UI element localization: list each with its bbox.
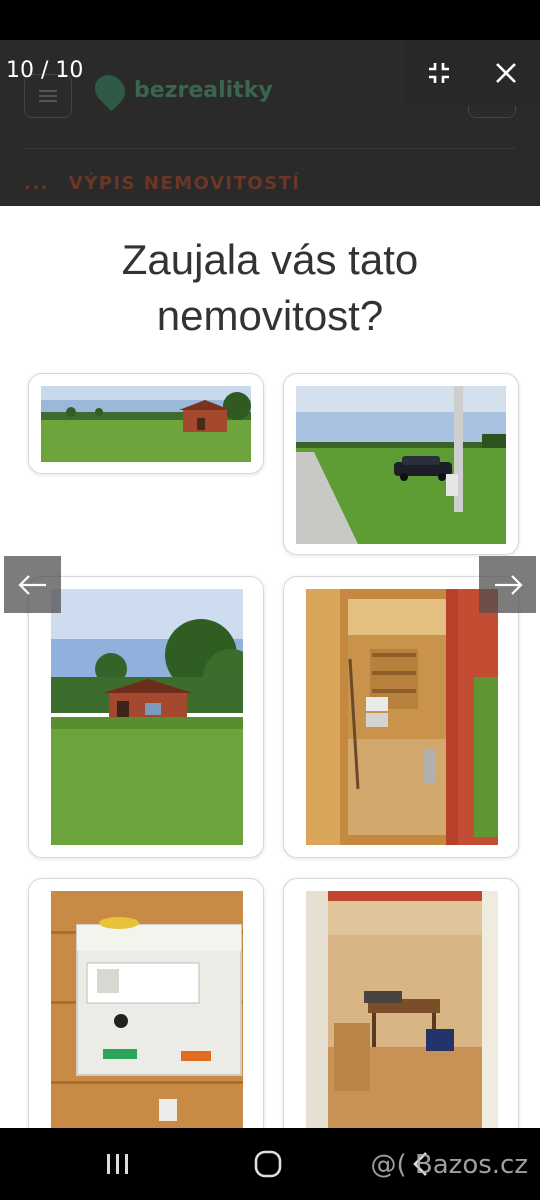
site-logo[interactable]: bezrealitky: [88, 68, 273, 112]
prev-image-button[interactable]: [4, 556, 61, 613]
menu-icon-line: [39, 95, 57, 97]
home-button[interactable]: [238, 1146, 298, 1182]
menu-icon-line: [39, 100, 57, 102]
exit-fullscreen-icon: [428, 63, 449, 83]
recent-apps-icon: [107, 1154, 128, 1174]
exit-fullscreen-button[interactable]: [414, 48, 464, 98]
close-button[interactable]: [481, 48, 531, 98]
photo-cabin-on-meadow: [51, 589, 243, 845]
photo-card-room[interactable]: [283, 878, 519, 1128]
breadcrumb-prefix: ...: [24, 173, 50, 194]
image-counter: 10 / 10: [6, 58, 84, 83]
photo-card-road[interactable]: [283, 373, 519, 555]
photo-cabin-interior-storage: [306, 589, 498, 845]
slide-title: Zaujala vás tato nemovitost?: [121, 236, 419, 339]
photo-card-cabin[interactable]: [28, 576, 264, 858]
photo-panorama-field-cabin: [41, 386, 251, 462]
system-navigation-bar: @( Bazos.cz: [0, 1128, 540, 1200]
screen: bezrealitky ... VÝPIS NEMOVITOSTÍ 10 / 1…: [0, 0, 540, 1200]
recent-apps-button[interactable]: [88, 1146, 148, 1182]
photo-card-interior[interactable]: [283, 576, 519, 858]
next-image-button[interactable]: [479, 556, 536, 613]
menu-icon: [39, 90, 57, 92]
header-divider: [24, 148, 516, 149]
arrow-left-icon: [17, 574, 46, 595]
photo-road-car-pole: [296, 386, 506, 544]
logo-pin-icon: [88, 68, 132, 112]
home-icon: [254, 1150, 282, 1178]
status-bar: [0, 0, 540, 40]
photo-cabin-interior-table: [306, 891, 498, 1128]
photo-card-electrical[interactable]: [28, 878, 264, 1128]
arrow-right-icon: [494, 574, 523, 595]
breadcrumb[interactable]: ... VÝPIS NEMOVITOSTÍ: [24, 173, 301, 194]
breadcrumb-label: VÝPIS NEMOVITOSTÍ: [68, 173, 301, 194]
lightbox-slide: Zaujala vás tato nemovitost?: [0, 206, 540, 1128]
photo-card-panorama[interactable]: [28, 373, 264, 474]
watermark: @( Bazos.cz: [370, 1150, 529, 1180]
logo-text: bezrealitky: [134, 77, 273, 103]
lightbox-controls: [405, 40, 540, 106]
photo-electrical-box: [51, 891, 243, 1128]
close-icon: [496, 63, 517, 83]
